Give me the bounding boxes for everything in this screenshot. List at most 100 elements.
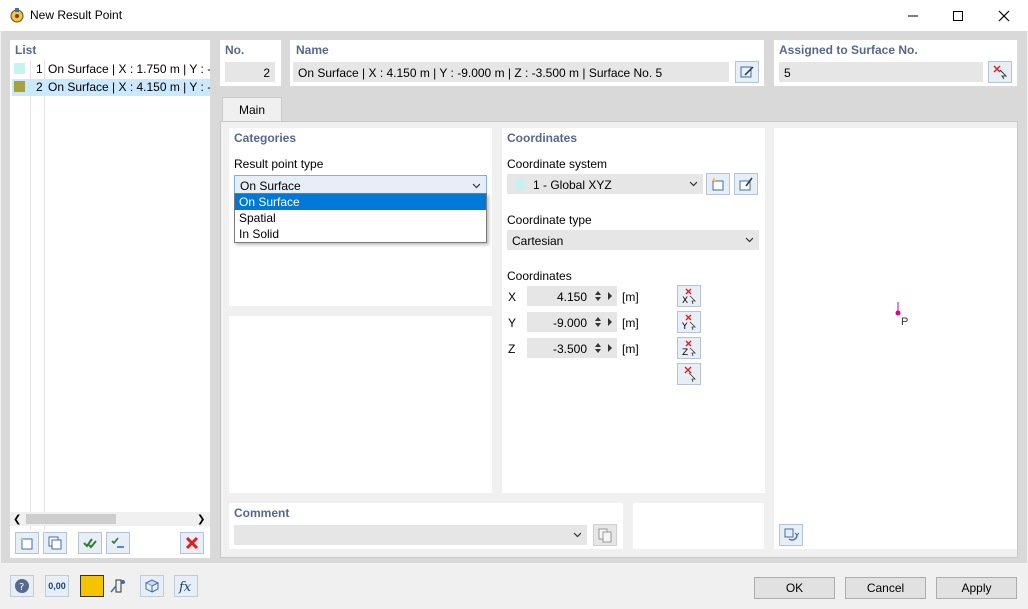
y-value: -9.000	[552, 316, 587, 330]
list-item-label: On Surface | X : 4.150 m | Y : -9.0	[48, 80, 210, 94]
spinner-icon[interactable]	[593, 341, 615, 355]
pick-x-icon[interactable]: X	[677, 285, 701, 307]
x-axis-label: X	[508, 290, 517, 304]
name-header: Name	[296, 43, 329, 57]
z-value: -3.500	[552, 342, 587, 356]
comment-header: Comment	[234, 506, 290, 520]
toggle-check-icon[interactable]	[106, 532, 130, 554]
result-point-type-label: Result point type	[234, 157, 324, 171]
z-axis-label: Z	[508, 342, 516, 356]
cancel-button[interactable]: Cancel	[845, 577, 926, 599]
help-icon[interactable]: ?	[10, 575, 34, 597]
view-model-icon[interactable]	[140, 575, 164, 597]
result-point-type-value: On Surface	[240, 179, 301, 193]
list-panel: List ❮ ❯	[10, 40, 210, 558]
dropdown-option[interactable]: On Surface	[235, 194, 486, 210]
close-icon	[998, 10, 1010, 21]
number-header: No.	[225, 43, 245, 57]
list-item[interactable]: 1 On Surface | X : 1.750 m | Y : -6.9	[12, 61, 210, 78]
ok-button[interactable]: OK	[754, 577, 835, 599]
view-settings-icon[interactable]	[779, 524, 803, 546]
comment-copy-icon[interactable]	[593, 524, 617, 546]
comment-field[interactable]	[234, 525, 587, 545]
y-axis-label: Y	[508, 316, 517, 330]
dropdown-option[interactable]: Spatial	[235, 210, 486, 226]
pick-surface-icon[interactable]	[988, 61, 1012, 83]
cancel-label: Cancel	[866, 581, 905, 595]
close-button[interactable]	[981, 0, 1027, 31]
z-unit: [m]	[622, 342, 639, 356]
maximize-button[interactable]	[935, 0, 981, 31]
delete-icon[interactable]	[180, 532, 204, 554]
list-header: List	[15, 43, 37, 57]
horizontal-scrollbar[interactable]: ❮ ❯	[10, 512, 210, 526]
numeric-format-icon[interactable]: 0,00	[45, 575, 69, 597]
coordinates-label: Coordinates	[507, 269, 572, 283]
tab-main[interactable]: Main	[222, 97, 282, 122]
spinner-icon[interactable]	[593, 315, 615, 329]
pick-z-icon[interactable]: Z	[677, 337, 701, 359]
spinner-icon[interactable]	[593, 289, 615, 303]
assigned-surface-header: Assigned to Surface No.	[779, 43, 918, 57]
minimize-icon	[908, 15, 918, 16]
coordinate-system-label: Coordinate system	[507, 157, 608, 171]
apply-button[interactable]: Apply	[936, 577, 1017, 599]
name-panel: Name On Surface | X : 4.150 m | Y : -9.0…	[290, 40, 764, 86]
chevron-down-icon	[689, 181, 697, 187]
categories-header: Categories	[234, 131, 297, 145]
scroll-left-icon[interactable]: ❮	[13, 514, 21, 525]
assigned-surface-field[interactable]: 5	[779, 62, 983, 82]
list-item-number: 1	[36, 62, 43, 76]
list-item-selected[interactable]: 2 On Surface | X : 4.150 m | Y : -9.0	[12, 79, 210, 96]
ok-label: OK	[785, 581, 804, 595]
svg-text:fx: fx	[178, 580, 192, 594]
color-swatch-button[interactable]	[80, 575, 104, 597]
svg-text:?: ?	[19, 582, 24, 593]
svg-text:X: X	[682, 296, 688, 304]
edit-coordinate-system-icon[interactable]	[734, 173, 758, 195]
minimize-button[interactable]	[890, 0, 936, 31]
maximize-icon	[953, 10, 963, 21]
x-value: 4.150	[556, 290, 587, 304]
svg-text:Z: Z	[682, 348, 688, 356]
function-icon[interactable]: fx	[174, 575, 198, 597]
x-unit: [m]	[622, 290, 639, 304]
coordinates-panel: Coordinates Coordinate system 1 - Global…	[502, 128, 765, 493]
options-panel	[229, 316, 492, 493]
copy-item-icon[interactable]	[43, 532, 67, 554]
point-label: P	[901, 316, 909, 328]
scrollbar-thumb[interactable]	[26, 514, 116, 524]
numeric-format-text: 0,00	[48, 581, 66, 591]
result-point-type-dropdown: On Surface Spatial In Solid	[234, 193, 487, 243]
coordinate-type-select[interactable]: Cartesian	[507, 230, 759, 250]
pick-y-icon[interactable]: Y	[677, 311, 701, 333]
window-title: New Result Point	[30, 8, 123, 22]
name-field[interactable]: On Surface | X : 4.150 m | Y : -9.000 m …	[293, 62, 729, 82]
color-swatch	[14, 63, 25, 74]
tree-line	[44, 60, 45, 530]
coordinates-header: Coordinates	[507, 131, 578, 145]
check-all-icon[interactable]	[78, 532, 102, 554]
y-unit: [m]	[622, 316, 639, 330]
y-coordinate-input[interactable]: -9.000	[527, 312, 617, 332]
dropdown-option[interactable]: In Solid	[235, 226, 486, 242]
title-bar	[0, 0, 1028, 31]
coordinate-type-label: Coordinate type	[507, 213, 592, 227]
coordinate-system-select[interactable]: 1 - Global XYZ	[507, 174, 703, 194]
chevron-down-icon	[573, 532, 581, 538]
display-properties-icon[interactable]	[106, 575, 130, 597]
z-coordinate-input[interactable]: -3.500	[527, 338, 617, 358]
apply-label: Apply	[961, 581, 992, 595]
pick-point-icon[interactable]	[677, 363, 701, 385]
new-item-icon[interactable]	[15, 532, 39, 554]
scroll-right-icon[interactable]: ❯	[197, 514, 205, 525]
preview-panel: P	[774, 128, 1017, 549]
new-coordinate-system-icon[interactable]	[706, 173, 730, 195]
x-coordinate-input[interactable]: 4.150	[527, 286, 617, 306]
number-field[interactable]: 2	[225, 62, 275, 82]
edit-name-icon[interactable]	[735, 61, 759, 83]
result-point-type-select[interactable]: On Surface	[234, 175, 487, 195]
coordinate-type-value: Cartesian	[512, 234, 564, 248]
list-item-number: 2	[36, 80, 43, 94]
tab-main-label: Main	[238, 103, 265, 117]
